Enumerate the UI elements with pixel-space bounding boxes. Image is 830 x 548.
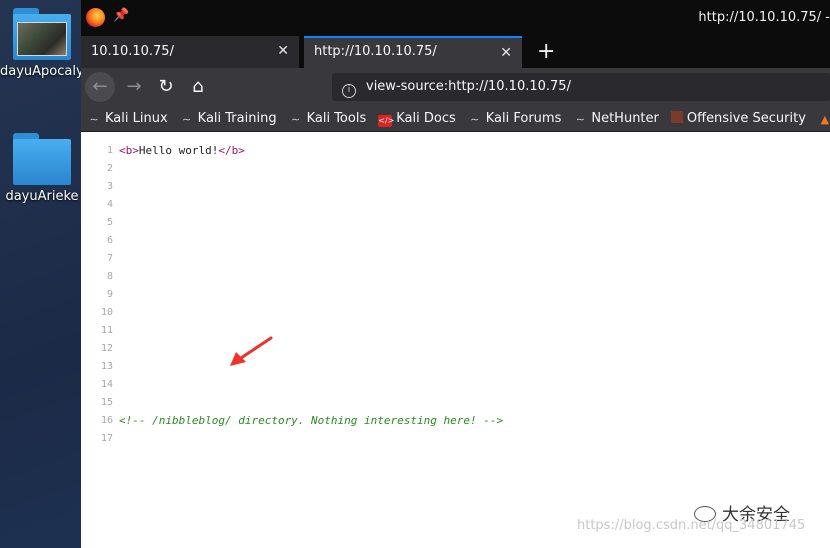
csdn-watermark: https://blog.csdn.net/qq_34801745 xyxy=(577,518,806,533)
line-number: 6 xyxy=(106,235,113,246)
line-number: 12 xyxy=(100,343,113,354)
bookmark-overflow-icon: ▲ xyxy=(820,113,830,126)
desktop-icon-apocalypse[interactable]: dayuApocalys xyxy=(0,8,84,79)
bookmark-overflow[interactable]: ▲ xyxy=(812,106,830,126)
home-icon[interactable]: ⌂ xyxy=(183,72,213,102)
folder-icon xyxy=(13,133,71,185)
close-tab-icon[interactable]: ✕ xyxy=(500,45,512,61)
line-number: 4 xyxy=(106,199,113,210)
bookmark-label: Kali Forums xyxy=(485,111,562,126)
firefox-window: 📌 http://10.10.10.75/ - 10.10.10.75/ ✕ h… xyxy=(81,0,830,548)
desktop-icon-label: dayuApocalys xyxy=(0,64,84,79)
line-code: <b>Hello world!</b> xyxy=(119,144,245,157)
tab-inactive[interactable]: 10.10.10.75/ ✕ xyxy=(81,36,299,68)
offsec-icon xyxy=(670,111,683,123)
folder-icon xyxy=(13,8,71,60)
line-number: 14 xyxy=(100,379,113,390)
tab-active[interactable]: http://10.10.10.75/ ✕ xyxy=(304,36,522,68)
kali-dragon-icon: ∼ xyxy=(182,113,192,126)
firefox-logo-icon[interactable] xyxy=(86,8,105,27)
source-line: 6 xyxy=(81,232,830,250)
bookmarks-toolbar: ∼ Kali Linux ∼ Kali Training ∼ Kali Tools </> K… xyxy=(81,106,830,132)
line-number: 3 xyxy=(106,181,113,192)
source-line: 1 <b>Hello world!</b> xyxy=(81,142,830,160)
forward-arrow-icon[interactable]: → xyxy=(119,72,149,102)
nethunter-icon: ∼ xyxy=(575,113,585,126)
navigation-bar: ← → ↻ ⌂ i view-source:http://10.10.10.75/ xyxy=(81,68,830,106)
bookmark-nethunter[interactable]: ∼ NetHunter xyxy=(567,106,665,126)
url-text: view-source:http://10.10.10.75/ xyxy=(366,79,571,94)
line-number: 15 xyxy=(100,397,113,408)
reload-icon[interactable]: ↻ xyxy=(151,72,181,102)
tab-label: http://10.10.10.75/ xyxy=(314,44,437,59)
source-line: 11 xyxy=(81,322,830,340)
bookmark-kali-docs[interactable]: </> Kali Docs xyxy=(372,106,462,127)
source-line: 3 xyxy=(81,178,830,196)
source-line: 8 xyxy=(81,268,830,286)
html-text: Hello world! xyxy=(138,144,219,157)
source-line: 15 xyxy=(81,394,830,412)
html-close-tag: </b> xyxy=(218,144,245,157)
source-line: 17 xyxy=(81,430,830,448)
title-bar: 📌 http://10.10.10.75/ - xyxy=(81,0,830,36)
source-line: 16 <!-- /nibbleblog/ directory. Nothing … xyxy=(81,412,830,430)
window-title: http://10.10.10.75/ - xyxy=(698,10,830,25)
line-number: 16 xyxy=(100,415,113,426)
view-source-content: 1 <b>Hello world!</b> 2 3 4 5 6 7 8 9 10… xyxy=(81,142,830,548)
source-line: 7 xyxy=(81,250,830,268)
bookmark-label: Kali Training xyxy=(197,111,277,126)
bookmark-kali-tools[interactable]: ∼ Kali Tools xyxy=(283,106,373,126)
tab-strip: 10.10.10.75/ ✕ http://10.10.10.75/ ✕ + xyxy=(81,36,830,68)
bookmark-label: Kali Docs xyxy=(396,111,456,126)
html-comment: <!-- /nibbleblog/ directory. Nothing int… xyxy=(119,414,504,427)
bookmark-kali-training[interactable]: ∼ Kali Training xyxy=(174,106,283,126)
source-line: 2 xyxy=(81,160,830,178)
line-number: 1 xyxy=(106,145,113,156)
line-number: 8 xyxy=(106,271,113,282)
url-bar[interactable]: i view-source:http://10.10.10.75/ xyxy=(332,73,830,101)
back-arrow-icon[interactable]: ← xyxy=(85,72,115,102)
kali-dragon-icon: ∼ xyxy=(470,113,480,126)
line-number: 11 xyxy=(100,325,113,336)
desktop-icon-label: dayuArieke xyxy=(5,189,79,204)
html-open-tag: <b> xyxy=(119,144,139,157)
close-tab-icon[interactable]: ✕ xyxy=(277,43,289,59)
pin-icon[interactable]: 📌 xyxy=(113,8,129,23)
bookmark-label: Kali Tools xyxy=(306,111,367,126)
kali-dragon-icon: ∼ xyxy=(290,113,301,126)
kali-dragon-icon: ∼ xyxy=(89,113,99,126)
line-number: 13 xyxy=(100,361,113,372)
line-number: 2 xyxy=(106,163,113,174)
new-tab-button[interactable]: + xyxy=(537,39,555,64)
line-number: 10 xyxy=(100,307,113,318)
bookmark-label: Kali Linux xyxy=(105,111,168,126)
red-arrow-annotation-icon xyxy=(230,336,273,366)
bookmark-kali-linux[interactable]: ∼ Kali Linux xyxy=(81,106,174,126)
bookmark-label: NetHunter xyxy=(591,111,659,126)
source-line: 9 xyxy=(81,286,830,304)
source-line: 5 xyxy=(81,214,830,232)
bookmark-label: Offensive Security xyxy=(686,111,806,126)
line-number: 9 xyxy=(106,289,113,300)
source-line: 12 xyxy=(81,340,830,358)
bookmark-offensive-security[interactable]: Offensive Security xyxy=(665,106,812,126)
tab-label: 10.10.10.75/ xyxy=(91,44,174,59)
source-line: 13 xyxy=(81,358,830,376)
source-line: 4 xyxy=(81,196,830,214)
kali-docs-icon: </> xyxy=(378,115,395,127)
line-number: 17 xyxy=(100,433,113,444)
bookmark-kali-forums[interactable]: ∼ Kali Forums xyxy=(462,106,568,126)
source-line: 14 xyxy=(81,376,830,394)
line-number: 7 xyxy=(106,253,113,264)
line-number: 5 xyxy=(106,217,113,228)
info-icon[interactable]: i xyxy=(342,84,356,98)
source-line: 10 xyxy=(81,304,830,322)
desktop-icon-arieke[interactable]: dayuArieke xyxy=(0,133,84,204)
